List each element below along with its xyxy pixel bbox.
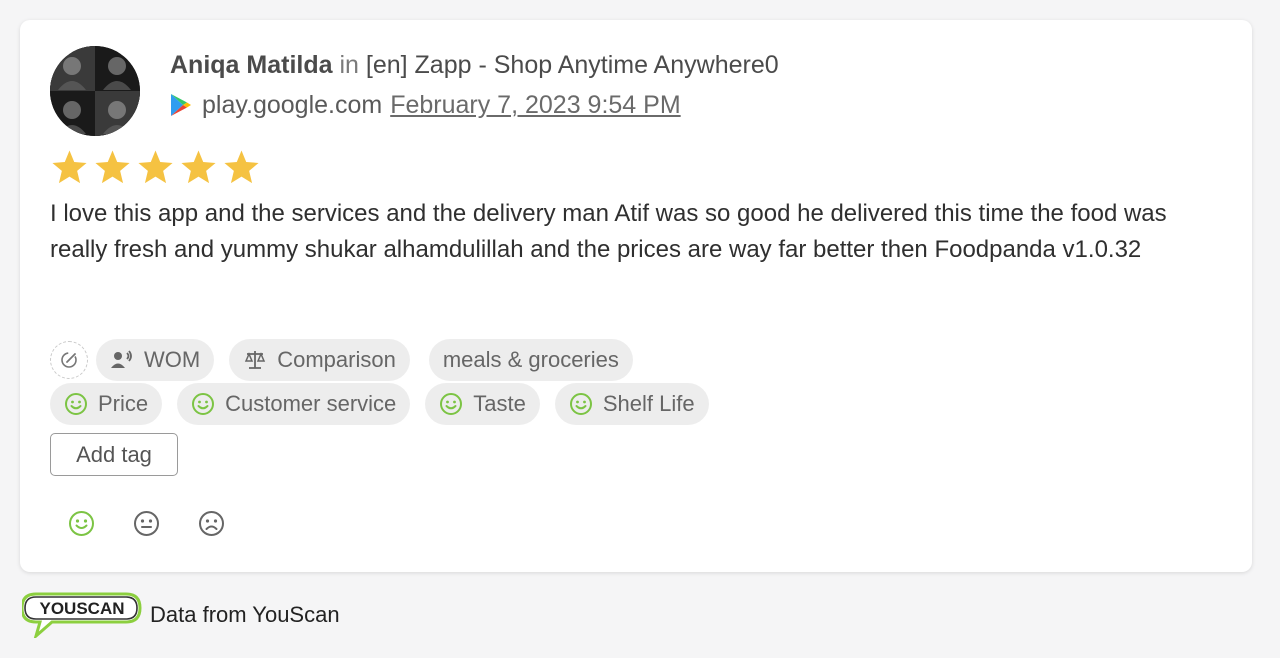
tag-customer-service[interactable]: Customer service xyxy=(177,383,411,425)
negative-sentiment-icon[interactable] xyxy=(198,510,225,537)
smile-icon xyxy=(439,392,463,416)
tags-row-2: Price Customer service Taste Shelf Life xyxy=(50,383,724,425)
author-name[interactable]: Aniqa Matilda xyxy=(170,51,333,79)
smile-icon xyxy=(191,392,215,416)
logo-text: YOUSCAN xyxy=(39,599,124,618)
footer: YOUSCAN Data from YouScan xyxy=(22,592,340,638)
tag-wom[interactable]: WOM xyxy=(96,339,215,381)
tag-label: Comparison xyxy=(277,347,396,372)
edit-tags-button[interactable] xyxy=(50,341,88,379)
author-avatar[interactable] xyxy=(50,46,140,136)
tag-taste[interactable]: Taste xyxy=(425,383,540,425)
tag-label: meals & groceries xyxy=(442,347,619,372)
data-source-text: Data from YouScan xyxy=(150,602,340,627)
review-text: I love this app and the services and the… xyxy=(50,200,1167,263)
sentiment-selector xyxy=(68,510,225,537)
tag-shelf-life[interactable]: Shelf Life xyxy=(554,383,709,425)
review-date-link[interactable]: February 7, 2023 9:54 PM xyxy=(390,90,680,120)
tag-label: WOM xyxy=(144,347,201,372)
review-header: Aniqa Matilda in [en] Zapp - Shop Anytim… xyxy=(170,50,779,80)
star-rating xyxy=(50,148,261,187)
review-meta: play.google.com February 7, 2023 9:54 PM xyxy=(170,90,681,120)
star-icon xyxy=(224,150,259,184)
youscan-logo[interactable]: YOUSCAN xyxy=(22,592,142,638)
smile-icon xyxy=(569,392,593,416)
edit-circle-icon xyxy=(61,352,77,368)
google-play-icon xyxy=(170,93,192,117)
tag-label: Price xyxy=(98,391,149,416)
tag-meals-groceries[interactable]: meals & groceries xyxy=(428,339,633,381)
avatar-image xyxy=(50,46,140,136)
tags-row-1: WOM Comparison meals & groceries xyxy=(50,339,648,381)
source-domain: play.google.com xyxy=(202,91,383,119)
tag-label: Customer service xyxy=(225,391,397,416)
review-card: Aniqa Matilda in [en] Zapp - Shop Anytim… xyxy=(20,20,1252,572)
tag-price[interactable]: Price xyxy=(50,383,163,425)
star-icon xyxy=(138,150,173,184)
megaphone-person-icon xyxy=(110,348,134,372)
scales-icon xyxy=(243,348,267,372)
star-icon xyxy=(181,150,216,184)
positive-sentiment-icon[interactable] xyxy=(68,510,95,537)
neutral-sentiment-icon[interactable] xyxy=(133,510,160,537)
star-icon xyxy=(52,150,87,184)
smile-icon xyxy=(64,392,88,416)
star-icon xyxy=(95,150,130,184)
in-label: in xyxy=(339,51,359,79)
source-name[interactable]: [en] Zapp - Shop Anytime Anywhere0 xyxy=(366,51,779,79)
add-tag-button[interactable]: Add tag xyxy=(50,433,178,476)
tag-label: Shelf Life xyxy=(602,391,695,416)
tag-comparison[interactable]: Comparison xyxy=(229,339,410,381)
tag-label: Taste xyxy=(473,391,526,416)
